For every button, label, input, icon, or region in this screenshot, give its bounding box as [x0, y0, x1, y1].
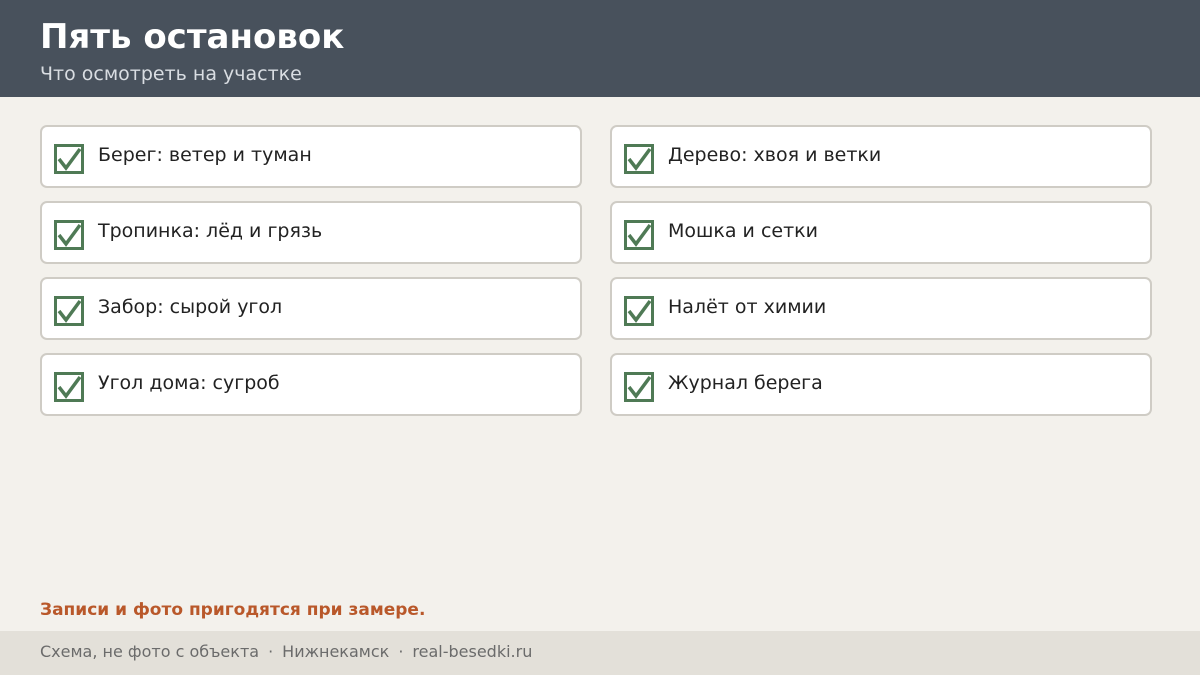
checklist-item-label: Угол дома: сугроб	[98, 372, 280, 394]
checklist-item-label: Мошка и сетки	[668, 220, 818, 242]
checklist-item-label: Забор: сырой угол	[98, 296, 283, 318]
checkbox-checked-icon[interactable]	[624, 372, 654, 402]
checklist-item[interactable]: Берег: ветер и туман	[40, 125, 582, 188]
checklist-item-label: Налёт от химии	[668, 296, 827, 318]
checklist-item[interactable]: Мошка и сетки	[610, 201, 1152, 264]
checklist-item-label: Тропинка: лёд и грязь	[98, 220, 323, 242]
checkbox-checked-icon[interactable]	[54, 296, 84, 326]
checkbox-checked-icon[interactable]	[624, 296, 654, 326]
checklist-item[interactable]: Угол дома: сугроб	[40, 353, 582, 416]
checkbox-checked-icon[interactable]	[54, 372, 84, 402]
header-banner: Пять остановок Что осмотреть на участке	[0, 0, 1200, 97]
note-text: Записи и фото пригодятся при замере.	[40, 600, 426, 620]
checklist-item-label: Берег: ветер и туман	[98, 144, 312, 166]
checklist-item[interactable]: Журнал берега	[610, 353, 1152, 416]
footer-bar: Схема, не фото с объекта · Нижнекамск · real…	[0, 631, 1200, 675]
footer-text: Схема, не фото с объекта · Нижнекамск · real…	[40, 641, 532, 662]
checklist-item[interactable]: Тропинка: лёд и грязь	[40, 201, 582, 264]
checkbox-checked-icon[interactable]	[54, 220, 84, 250]
page-subtitle: Что осмотреть на участке	[40, 63, 302, 85]
checklist-item[interactable]: Дерево: хвоя и ветки	[610, 125, 1152, 188]
checkbox-checked-icon[interactable]	[624, 220, 654, 250]
checklist-item-label: Дерево: хвоя и ветки	[668, 144, 882, 166]
page-title: Пять остановок	[40, 17, 345, 57]
checklist-item[interactable]: Налёт от химии	[610, 277, 1152, 340]
page: Пять остановок Что осмотреть на участке …	[0, 0, 1200, 675]
checkbox-checked-icon[interactable]	[54, 144, 84, 174]
footer-caption: Схема, не фото с объекта	[40, 642, 260, 661]
checklist-item[interactable]: Забор: сырой угол	[40, 277, 582, 340]
checkbox-checked-icon[interactable]	[624, 144, 654, 174]
footer-site-link[interactable]: real-besedki.ru	[412, 642, 532, 661]
checklist-item-label: Журнал берега	[668, 372, 823, 394]
footer-separator: ·	[398, 642, 404, 661]
footer-city: Нижнекамск	[282, 642, 390, 661]
footer-separator: ·	[268, 642, 274, 661]
